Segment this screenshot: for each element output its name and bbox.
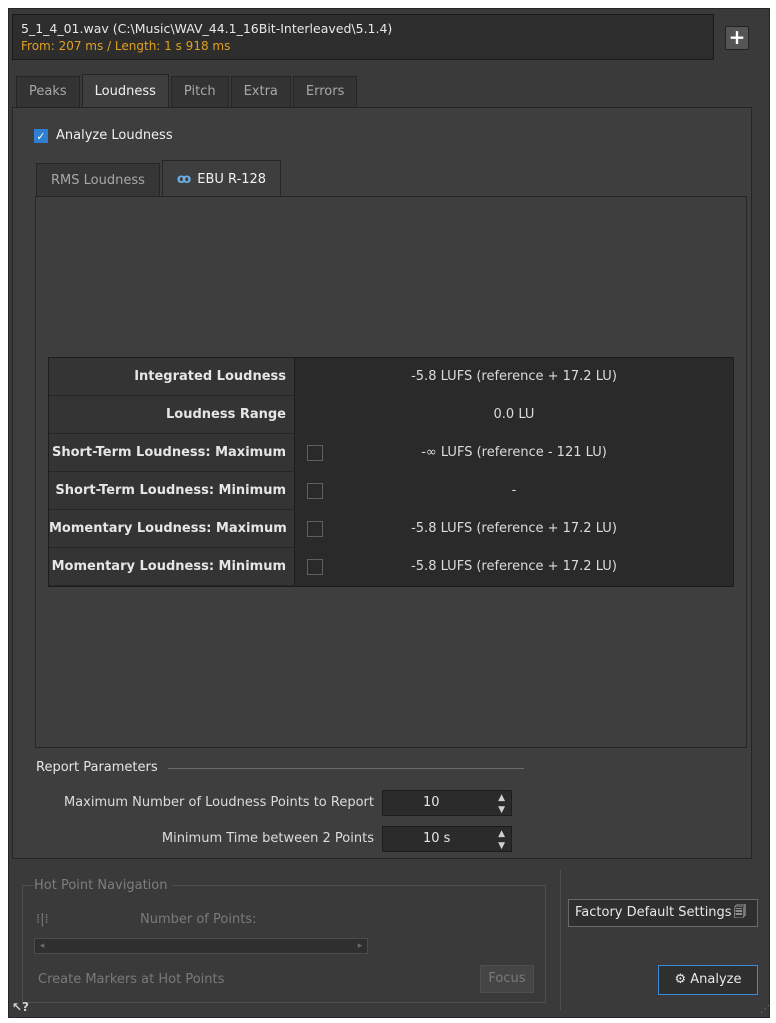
row-value: -5.8 LUFS (reference + 17.2 LU) bbox=[411, 559, 617, 574]
loudness-results-table: Integrated Loudness -5.8 LUFS (reference… bbox=[48, 357, 734, 587]
max-points-spinbox[interactable]: 10 ▲ ▼ bbox=[382, 790, 512, 816]
file-info-box: 5_1_4_01.wav (C:\Music\WAV_44.1_16Bit-In… bbox=[12, 14, 714, 60]
row-label: Short-Term Loudness: Minimum bbox=[49, 472, 295, 510]
row-checkbox-cell bbox=[295, 548, 335, 586]
row-label: Momentary Loudness: Minimum bbox=[49, 548, 295, 586]
create-markers-label[interactable]: Create Markers at Hot Points bbox=[38, 972, 224, 987]
spin-arrows-icon[interactable]: ▲ ▼ bbox=[498, 827, 505, 852]
report-parameters-divider bbox=[168, 768, 524, 769]
add-file-button[interactable]: + bbox=[725, 26, 749, 50]
row-value: -5.8 LUFS (reference + 17.2 LU) bbox=[411, 369, 617, 384]
document-icon: 🗐 bbox=[733, 905, 747, 920]
analyze-loudness-label: Analyze Loudness bbox=[56, 128, 173, 143]
min-time-label: Minimum Time between 2 Points bbox=[161, 831, 374, 846]
hot-points-slider[interactable]: ◂ ▸ bbox=[34, 938, 368, 954]
file-range: From: 207 ms / Length: 1 s 918 ms bbox=[21, 39, 231, 53]
row-label: Loudness Range bbox=[49, 396, 295, 434]
help-cursor-icon[interactable]: ↖? bbox=[12, 1000, 29, 1014]
tab-ebu-r128-label: EBU R-128 bbox=[197, 172, 267, 187]
min-time-spinbox[interactable]: 10 s ▲ ▼ bbox=[382, 826, 512, 852]
momentary-max-checkbox[interactable] bbox=[307, 521, 323, 537]
row-checkbox-cell bbox=[295, 396, 335, 434]
max-points-label: Maximum Number of Loudness Points to Rep… bbox=[63, 795, 374, 810]
file-path: 5_1_4_01.wav (C:\Music\WAV_44.1_16Bit-In… bbox=[21, 21, 393, 36]
table-row: Momentary Loudness: Maximum -5.8 LUFS (r… bbox=[49, 510, 733, 548]
table-row: Short-Term Loudness: Minimum - bbox=[49, 472, 733, 510]
hot-points-icon: ⁞|⁞ bbox=[36, 912, 49, 927]
spin-arrows-icon[interactable]: ▲ ▼ bbox=[498, 791, 505, 816]
row-checkbox-cell bbox=[295, 358, 335, 396]
analyze-loudness-option[interactable]: ✓ Analyze Loudness bbox=[34, 128, 173, 143]
table-row: Short-Term Loudness: Maximum -∞ LUFS (re… bbox=[49, 434, 733, 472]
factory-default-settings-button[interactable]: Factory Default Settings 🗐 bbox=[568, 899, 758, 927]
row-checkbox-cell bbox=[295, 434, 335, 472]
short-term-min-checkbox[interactable] bbox=[307, 483, 323, 499]
resize-grip-icon[interactable]: ⋰ bbox=[760, 1004, 770, 1015]
slider-right-arrow-icon[interactable]: ▸ bbox=[353, 939, 367, 953]
tab-ebu-r128[interactable]: ꝏ EBU R-128 bbox=[161, 160, 282, 198]
table-row: Loudness Range 0.0 LU bbox=[49, 396, 733, 434]
slider-left-arrow-icon[interactable]: ◂ bbox=[35, 939, 49, 953]
tab-errors[interactable]: Errors bbox=[292, 76, 358, 108]
row-value: -5.8 LUFS (reference + 17.2 LU) bbox=[411, 521, 617, 536]
ebu-icon: ꝏ bbox=[176, 172, 192, 187]
min-time-value: 10 s bbox=[423, 831, 451, 846]
analyze-button[interactable]: ⚙ Analyze bbox=[658, 965, 758, 995]
analyze-label: Analyze bbox=[690, 972, 742, 987]
short-term-max-checkbox[interactable] bbox=[307, 445, 323, 461]
table-row: Momentary Loudness: Minimum -5.8 LUFS (r… bbox=[49, 548, 733, 586]
row-label: Momentary Loudness: Maximum bbox=[49, 510, 295, 548]
row-label: Short-Term Loudness: Maximum bbox=[49, 434, 295, 472]
focus-button[interactable]: Focus bbox=[480, 965, 534, 993]
momentary-min-checkbox[interactable] bbox=[307, 559, 323, 575]
divider bbox=[560, 870, 561, 1010]
row-value: -∞ LUFS (reference - 121 LU) bbox=[421, 445, 607, 460]
tab-pitch[interactable]: Pitch bbox=[170, 76, 229, 108]
number-of-points-label: Number of Points: bbox=[140, 912, 257, 927]
row-label: Integrated Loudness bbox=[49, 358, 295, 396]
row-checkbox-cell bbox=[295, 510, 335, 548]
gears-icon: ⚙ bbox=[674, 972, 687, 987]
row-value: - bbox=[511, 483, 517, 498]
analysis-tabs: Peaks Loudness Pitch Extra Errors bbox=[16, 74, 359, 108]
tab-peaks[interactable]: Peaks bbox=[16, 76, 80, 108]
loudness-subtabs: RMS Loudness ꝏ EBU R-128 bbox=[36, 160, 283, 198]
row-checkbox-cell bbox=[295, 472, 335, 510]
report-parameters-title: Report Parameters bbox=[36, 760, 158, 775]
analyze-loudness-checkbox[interactable]: ✓ bbox=[34, 128, 48, 143]
max-points-value: 10 bbox=[423, 795, 440, 810]
tab-extra[interactable]: Extra bbox=[230, 76, 291, 108]
hot-point-navigation-title: Hot Point Navigation bbox=[34, 878, 172, 893]
row-value: 0.0 LU bbox=[493, 407, 535, 422]
table-row: Integrated Loudness -5.8 LUFS (reference… bbox=[49, 358, 733, 396]
factory-default-label: Factory Default Settings bbox=[575, 905, 732, 920]
tab-loudness[interactable]: Loudness bbox=[81, 74, 169, 108]
tab-rms-loudness[interactable]: RMS Loudness bbox=[36, 163, 160, 197]
